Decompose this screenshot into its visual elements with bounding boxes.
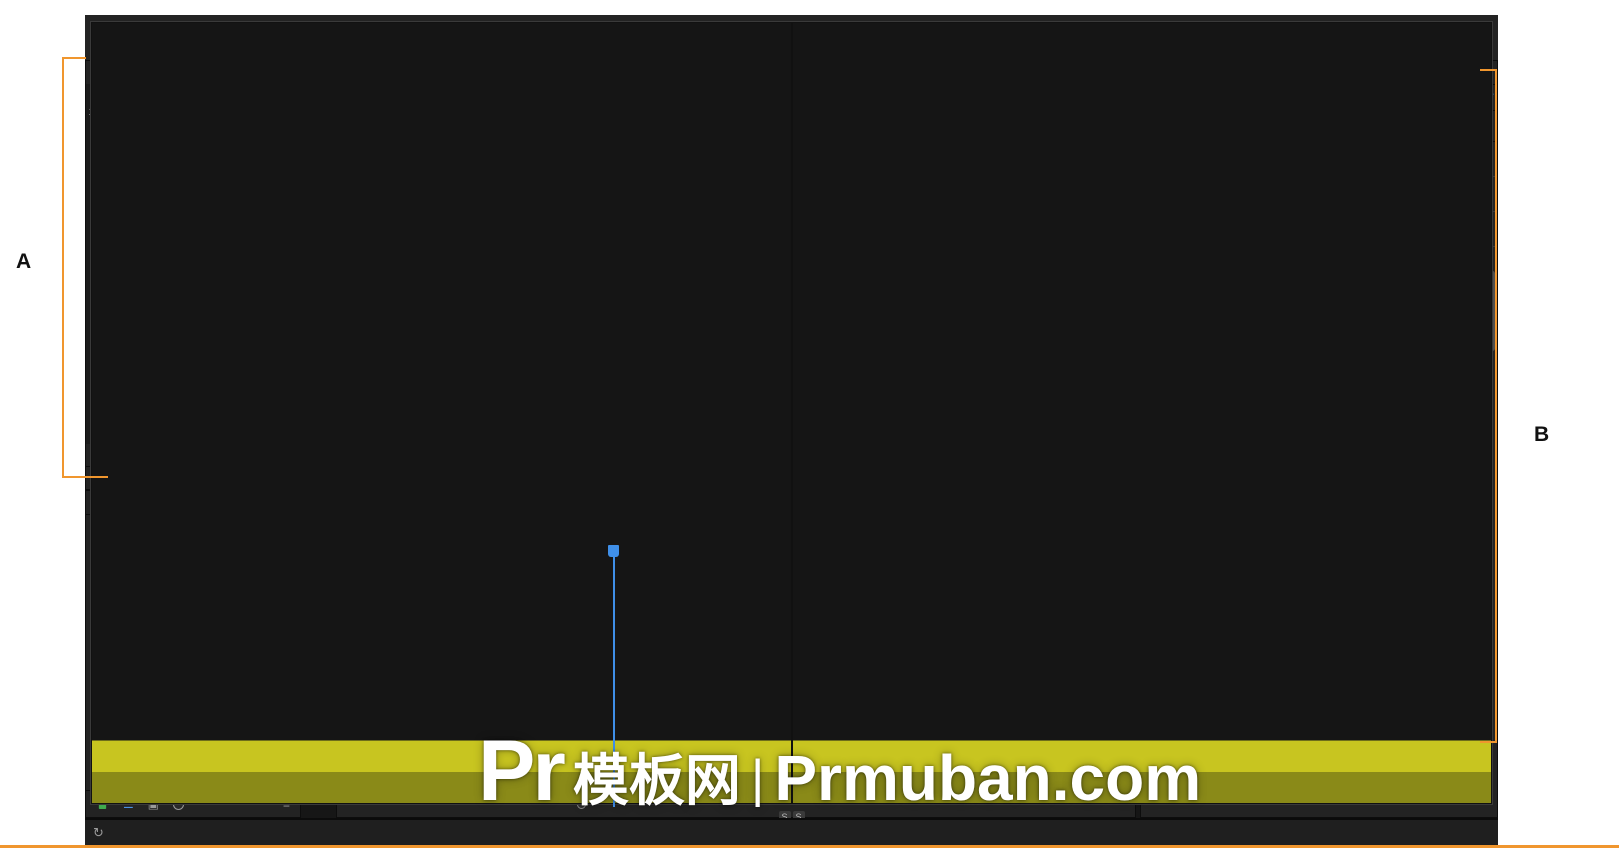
annotation-label-b: B (1534, 423, 1549, 447)
annotation-label-a: A (16, 250, 31, 274)
watermark-divider: | (751, 749, 765, 809)
watermark-cn-text: 模板网 (573, 736, 741, 817)
annotation-bracket-a-top (62, 57, 86, 59)
watermark-pr-logo: Pr (478, 722, 563, 821)
annotation-bracket-b-top (1480, 69, 1497, 71)
audio-meters-panel: S S (85, 343, 121, 668)
annotation-bottom-line (0, 845, 1619, 848)
meter-bar-right (793, 23, 1492, 803)
timeline-playhead-head[interactable] (608, 545, 619, 557)
watermark: Pr 模板网 | Prmuban.com (478, 722, 1201, 821)
annotation-bracket-a-vline (62, 57, 64, 478)
annotation-bracket-a-bottom (62, 476, 108, 478)
status-bar: ↻ (85, 818, 1498, 845)
watermark-site-text: Prmuban.com (774, 741, 1201, 815)
audio-meter-bars (90, 21, 1493, 805)
annotation-bracket-b-bottom (1480, 741, 1497, 743)
meter-bar-left (92, 23, 791, 803)
annotation-bracket-b-vline (1495, 69, 1497, 743)
creative-cloud-sync-icon[interactable]: ↻ (93, 825, 104, 841)
premiere-app-window: 学习组件编辑颜色≡效果音频图形库 » 源: 00 Dreamers_Edit_1… (85, 15, 1498, 845)
